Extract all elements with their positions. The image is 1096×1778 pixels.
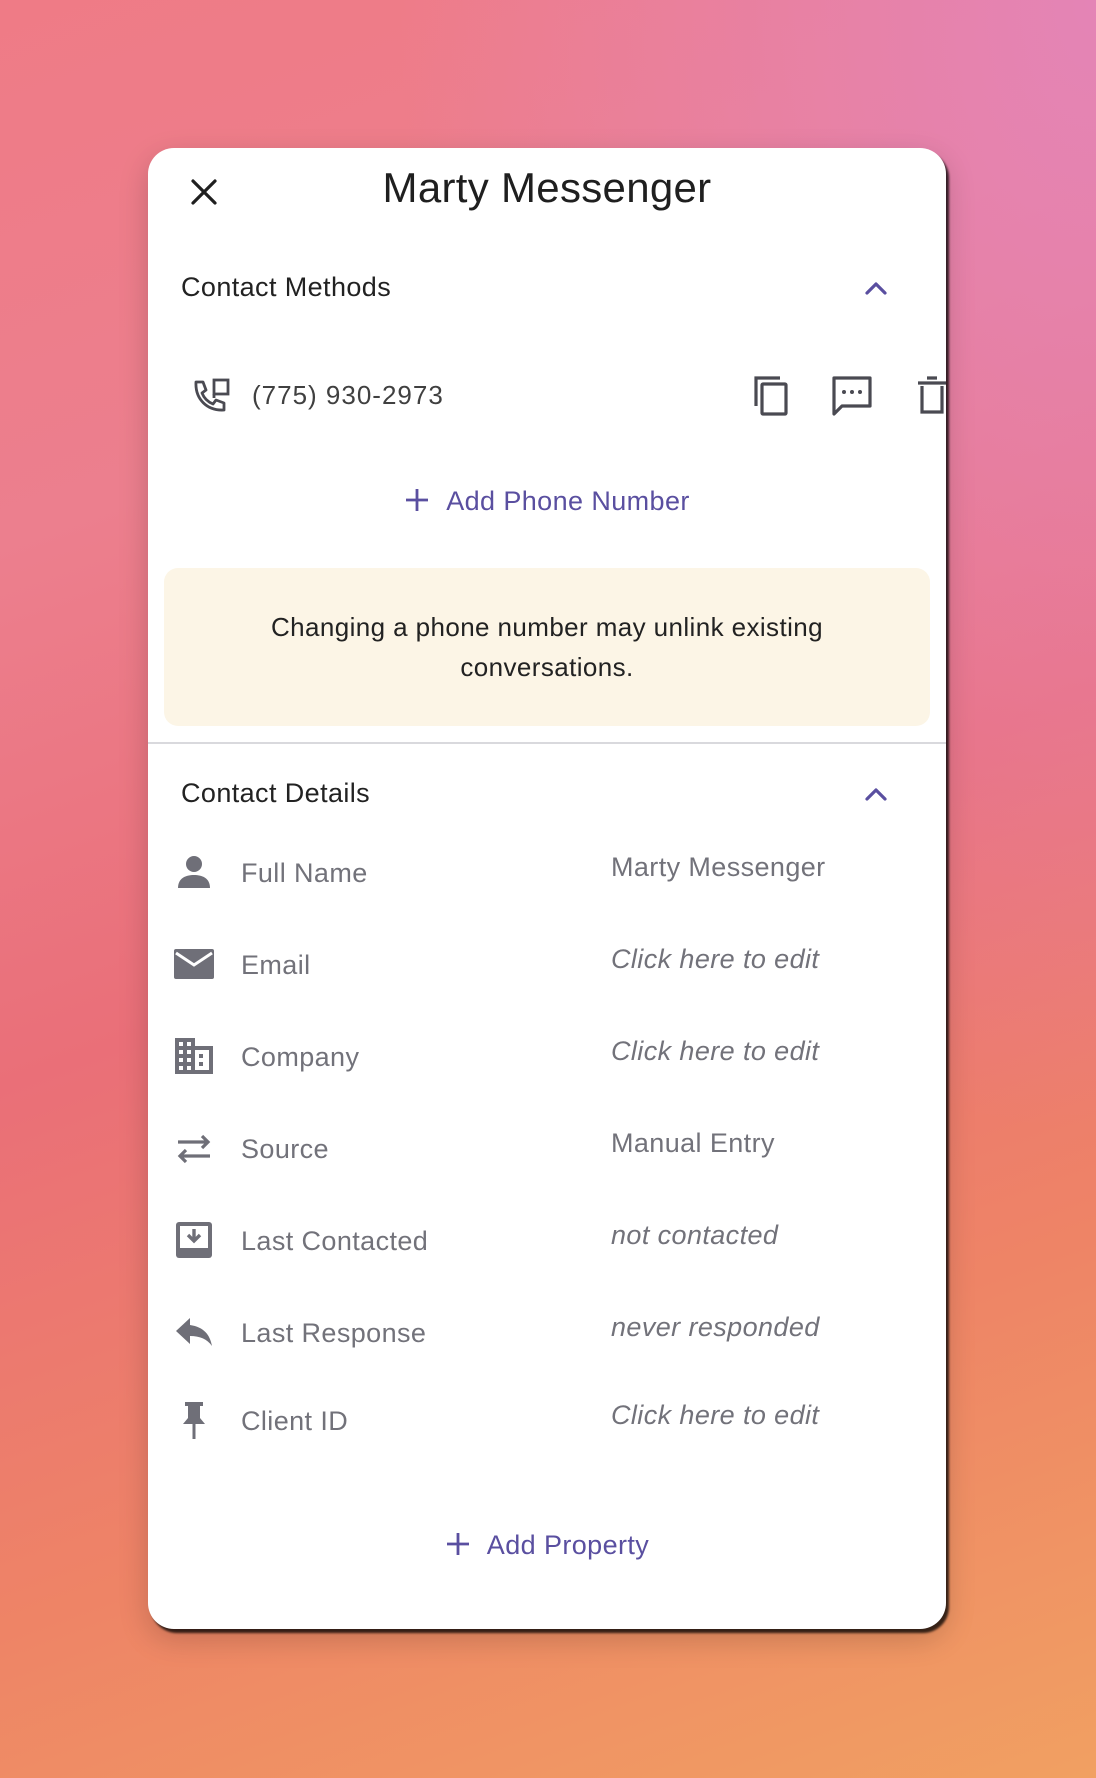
contact-modal: Marty Messenger Contact Methods (775) 93… (148, 148, 946, 1629)
detail-value[interactable]: Click here to edit (611, 944, 819, 975)
page-title: Marty Messenger (382, 164, 712, 211)
reply-icon (174, 1312, 214, 1352)
detail-label: Last Contacted (241, 1226, 429, 1256)
copy-icon (754, 376, 788, 416)
swap-arrows-icon (174, 1128, 214, 1168)
company-icon (174, 1036, 214, 1076)
section-divider (148, 742, 946, 744)
detail-label: Last Response (241, 1318, 427, 1348)
delete-button[interactable] (908, 372, 946, 420)
detail-label: Full Name (241, 858, 368, 888)
detail-value[interactable]: Manual Entry (611, 1128, 775, 1159)
add-phone-number-label: Add Phone Number (446, 486, 690, 516)
chevron-up-icon[interactable] (861, 274, 891, 304)
detail-row-client-id[interactable]: Client ID Click here to edit (174, 1390, 920, 1450)
phone-forward-icon (188, 374, 232, 418)
detail-row-source[interactable]: Source Manual Entry (174, 1118, 920, 1178)
detail-row-last-contacted[interactable]: Last Contacted not contacted (174, 1210, 920, 1270)
message-button[interactable] (828, 372, 876, 420)
contact-details-title: Contact Details (181, 778, 371, 808)
detail-value[interactable]: Click here to edit (611, 1400, 819, 1431)
detail-value[interactable]: never responded (611, 1312, 820, 1343)
detail-label: Email (241, 950, 311, 980)
add-property-button[interactable]: Add Property (148, 1530, 946, 1561)
email-icon (174, 944, 214, 984)
add-phone-number-button[interactable]: Add Phone Number (148, 486, 946, 517)
add-property-label: Add Property (486, 1530, 650, 1560)
warning-banner: Changing a phone number may unlink exist… (164, 568, 930, 726)
detail-label: Source (241, 1134, 329, 1164)
detail-label: Client ID (241, 1406, 349, 1436)
detail-value[interactable]: Marty Messenger (611, 852, 826, 883)
inbox-download-icon (174, 1220, 214, 1260)
detail-row-email[interactable]: Email Click here to edit (174, 934, 920, 994)
plus-icon (445, 1531, 471, 1557)
detail-label: Company (241, 1042, 360, 1072)
phone-row: (775) 930-2973 (188, 368, 946, 428)
detail-value[interactable]: Click here to edit (611, 1036, 819, 1067)
detail-row-last-response[interactable]: Last Response never responded (174, 1302, 920, 1362)
detail-row-full-name[interactable]: Full Name Marty Messenger (174, 842, 920, 902)
message-icon (832, 376, 872, 416)
plus-icon (404, 487, 430, 513)
pin-icon (174, 1400, 214, 1440)
person-icon (174, 852, 214, 892)
phone-number: (775) 930-2973 (252, 380, 444, 410)
trash-icon (918, 376, 946, 414)
contact-methods-title: Contact Methods (181, 272, 392, 302)
detail-value[interactable]: not contacted (611, 1220, 778, 1251)
contact-methods-header[interactable]: Contact Methods (181, 268, 913, 308)
detail-row-company[interactable]: Company Click here to edit (174, 1026, 920, 1086)
contact-details-header[interactable]: Contact Details (181, 774, 913, 814)
chevron-up-icon[interactable] (861, 780, 891, 810)
copy-button[interactable] (748, 372, 796, 420)
